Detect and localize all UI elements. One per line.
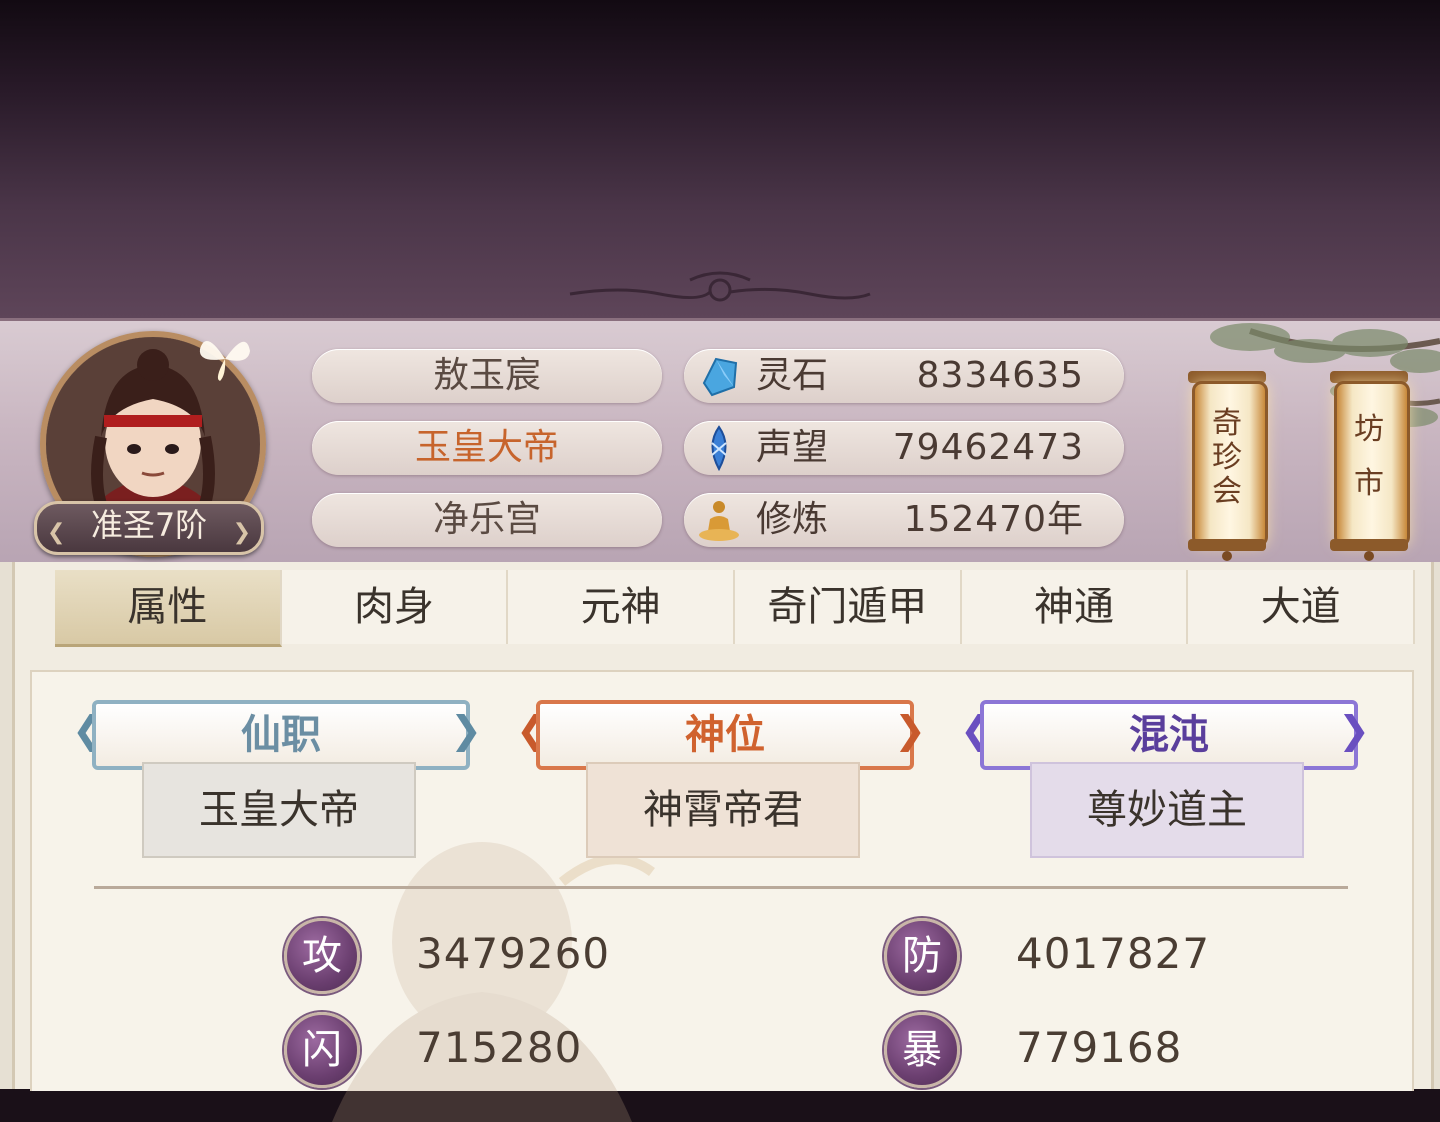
card-value: 神霄帝君: [586, 762, 860, 858]
resource-value: 8334635: [916, 355, 1084, 396]
player-sect: 净乐宫: [432, 499, 541, 540]
lantern-char: 市: [1354, 466, 1384, 501]
player-name: 敖玉宸: [432, 355, 541, 396]
resource-label: 灵石: [756, 355, 829, 396]
tab-powers[interactable]: 神通: [961, 570, 1189, 644]
card-header: 混沌: [980, 700, 1358, 770]
attributes-content: ❮ 仙职 ❯ 玉皇大帝 ❮ 神位 ❯ 神霄帝君 ❮ 混沌 ❯ 尊妙道主 攻 34…: [30, 670, 1414, 1122]
card-header: 仙职: [92, 700, 470, 770]
tab-attributes[interactable]: 属性: [55, 570, 282, 647]
market-lantern-button[interactable]: 坊 市: [1330, 367, 1410, 561]
lantern-tassel: [1222, 551, 1232, 561]
card-value: 尊妙道主: [1030, 762, 1304, 858]
tab-spirit[interactable]: 元神: [508, 570, 736, 644]
butterfly-icon: [199, 341, 250, 381]
resource-cultivation: 修炼 152470年: [684, 493, 1124, 547]
chaos-card[interactable]: ❮ 混沌 ❯ 尊妙道主: [960, 696, 1370, 866]
stat-value: 779168: [1016, 1023, 1183, 1072]
tab-dao[interactable]: 大道: [1188, 570, 1416, 644]
tab-body[interactable]: 肉身: [281, 570, 509, 644]
stat-value: 3479260: [416, 929, 611, 978]
lantern-cap: [1330, 539, 1408, 551]
divine-rank-card[interactable]: ❮ 神位 ❯ 神霄帝君: [516, 696, 926, 866]
lantern-body: [1334, 381, 1410, 547]
player-title: 玉皇大帝: [414, 427, 559, 468]
section-divider: [94, 886, 1348, 889]
resource-label: 修炼: [756, 499, 829, 540]
top-backdrop: [0, 0, 1440, 318]
lantern-char: 奇: [1212, 406, 1242, 441]
lantern-char: 坊: [1354, 412, 1384, 447]
rank-badge: ❮ 准圣7阶 ❯: [34, 501, 264, 555]
tab-bar: 属性 肉身 元神 奇门遁甲 神通 大道: [55, 570, 1416, 647]
resource-value: 152470年: [903, 499, 1084, 540]
right-chevron-icon: ❯: [232, 520, 251, 545]
resource-reputation: 声望 79462473: [684, 421, 1124, 475]
rank-label: 准圣7阶: [90, 506, 208, 544]
immortal-post-card[interactable]: ❮ 仙职 ❯ 玉皇大帝: [72, 696, 482, 866]
defense-badge-icon: 防: [884, 918, 960, 994]
right-chevron-icon: ❯: [1338, 708, 1370, 752]
card-header: 神位: [536, 700, 914, 770]
resource-spirit-stone: 灵石 8334635: [684, 349, 1124, 403]
stat-value: 715280: [416, 1023, 583, 1072]
ornament-divider: [569, 271, 871, 302]
spirit-stone-icon: [702, 357, 738, 397]
treasure-fair-lantern-button[interactable]: 奇 珍 会: [1188, 367, 1268, 561]
tab-qimen[interactable]: 奇门遁甲: [735, 570, 962, 644]
stat-value: 4017827: [1016, 929, 1211, 978]
right-chevron-icon: ❯: [450, 708, 482, 752]
lantern-cap: [1188, 539, 1266, 551]
main-panel: 属性 肉身 元神 奇门遁甲 神通 大道 ❮ 仙职 ❯ 玉皇大帝 ❮ 神位 ❯ 神…: [0, 562, 1440, 1122]
right-chevron-icon: ❯: [894, 708, 926, 752]
lantern-char: 会: [1212, 474, 1242, 509]
reputation-crystal-icon: [711, 425, 727, 471]
player-title-field: 玉皇大帝: [312, 421, 662, 475]
player-sect-field: 净乐宫: [312, 493, 662, 547]
attack-badge-icon: 攻: [284, 918, 360, 994]
meditation-icon: [699, 501, 739, 541]
critical-badge-icon: 暴: [884, 1012, 960, 1088]
player-name-field: 敖玉宸: [312, 349, 662, 403]
resource-value: 79462473: [892, 427, 1084, 468]
lantern-char: 珍: [1212, 440, 1242, 475]
resource-label: 声望: [756, 427, 829, 468]
lantern-tassel: [1364, 551, 1374, 561]
left-chevron-icon: ❮: [47, 520, 66, 545]
card-value: 玉皇大帝: [142, 762, 416, 858]
player-header: ❮ 准圣7阶 ❯ 敖玉宸 玉皇大帝 净乐宫 灵石 8334635 声望 7946…: [0, 318, 1440, 568]
dodge-badge-icon: 闪: [284, 1012, 360, 1088]
